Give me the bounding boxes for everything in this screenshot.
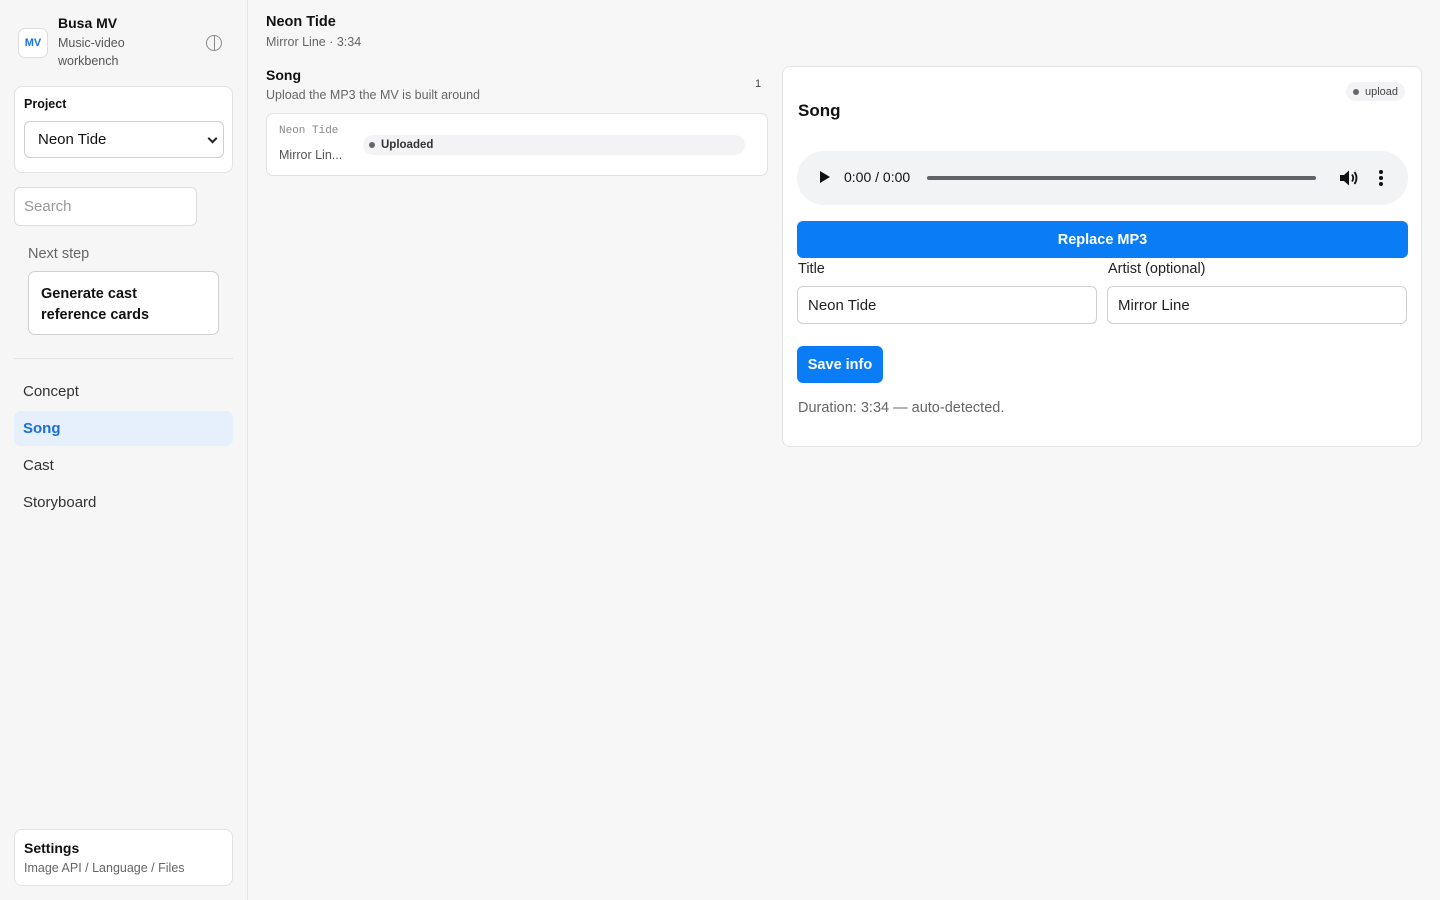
- sidebar: MV Busa MV Music-video workbench Project…: [0, 0, 248, 900]
- audio-player: 0:00 / 0:00: [797, 151, 1408, 205]
- brand: MV Busa MV Music-video workbench: [18, 14, 232, 70]
- next-step-button[interactable]: Generate cast reference cards: [28, 271, 219, 335]
- sidebar-item-storyboard[interactable]: Storyboard: [14, 485, 233, 520]
- project-select[interactable]: Neon Tide: [24, 121, 224, 158]
- more-options-icon[interactable]: [1377, 169, 1385, 187]
- duration-text: Duration: 3:34 — auto-detected.: [798, 400, 1005, 416]
- replace-mp3-button[interactable]: Replace MP3: [797, 221, 1408, 258]
- title-label: Title: [798, 261, 825, 277]
- volume-icon[interactable]: [1339, 169, 1359, 187]
- brand-logo: MV: [18, 28, 48, 58]
- section-subtitle: Upload the MP3 the MV is built around: [266, 88, 481, 102]
- chevron-down-icon: [207, 133, 218, 144]
- settings-button[interactable]: Settings Image API / Language / Files: [14, 829, 233, 886]
- artist-input[interactable]: [1107, 286, 1407, 324]
- section-count: 1: [755, 78, 762, 90]
- brand-subtitle: Music-video workbench: [58, 36, 125, 68]
- page-subtitle: Mirror Line · 3:34: [266, 35, 362, 49]
- artist-label: Artist (optional): [1108, 261, 1206, 277]
- play-icon[interactable]: [820, 171, 830, 183]
- player-time: 0:00 / 0:00: [844, 169, 911, 185]
- upload-badge: upload: [1346, 82, 1406, 101]
- sidebar-item-cast[interactable]: Cast: [14, 448, 233, 483]
- status-badge: Uploaded: [363, 135, 745, 155]
- project-label: Project: [24, 97, 67, 111]
- sidebar-item-concept[interactable]: Concept: [14, 374, 233, 409]
- song-detail-panel: Song upload 0:00 / 0:00 Replace MP3 Titl…: [782, 66, 1422, 447]
- status-text: Uploaded: [381, 139, 434, 151]
- page-title: Neon Tide: [266, 14, 336, 30]
- status-dot-icon: [369, 142, 375, 148]
- next-step-label: Next step: [28, 246, 90, 262]
- player-progress-bar[interactable]: [927, 176, 1316, 180]
- detail-title: Song: [798, 101, 841, 120]
- badge-dot-icon: [1353, 88, 1359, 95]
- title-input[interactable]: [797, 286, 1097, 324]
- brand-name: Busa MV: [58, 15, 118, 31]
- project-panel: Project Neon Tide: [14, 86, 233, 173]
- settings-subtitle: Image API / Language / Files: [24, 861, 185, 875]
- search-input[interactable]: [14, 187, 197, 226]
- theme-toggle-icon[interactable]: [206, 35, 222, 51]
- section-title: Song: [266, 67, 301, 83]
- song-card-artist: Mirror Lin...: [279, 148, 343, 162]
- settings-title: Settings: [24, 840, 80, 856]
- song-list-item[interactable]: Neon Tide Mirror Lin... Uploaded: [266, 113, 768, 176]
- sidebar-divider: [14, 358, 233, 359]
- badge-text: upload: [1365, 85, 1399, 98]
- project-select-value: Neon Tide: [38, 131, 107, 148]
- save-info-button[interactable]: Save info: [797, 346, 883, 383]
- song-card-title: Neon Tide: [279, 125, 339, 137]
- sidebar-item-song[interactable]: Song: [14, 411, 233, 446]
